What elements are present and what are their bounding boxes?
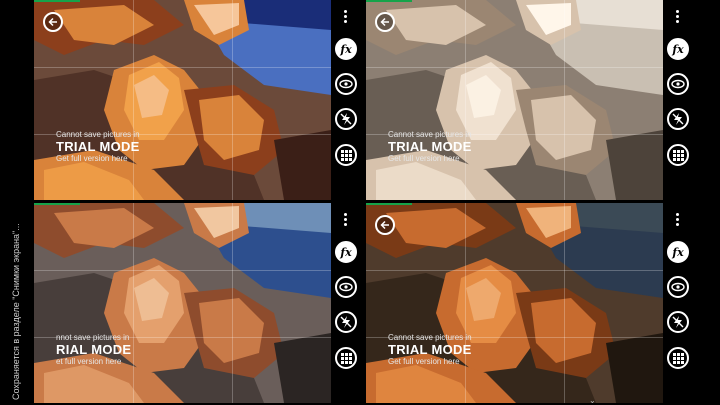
trial-mode-notice[interactable]: Cannot save pictures in TRIAL MODE Get f…	[388, 130, 472, 164]
camera-viewfinder-image	[366, 203, 663, 403]
camera-viewfinder-image	[366, 0, 663, 200]
get-full-version-link[interactable]: Get full version here	[56, 154, 140, 164]
progress-bar	[34, 0, 80, 2]
get-full-version-link[interactable]: Get full version here	[388, 154, 472, 164]
trial-mode-notice[interactable]: Cannot save pictures in TRIAL MODE Get f…	[388, 333, 472, 367]
flash-off-icon[interactable]	[667, 311, 689, 333]
camera-toolbar: fx	[663, 203, 696, 403]
fx-icon[interactable]: fx	[335, 241, 357, 263]
fx-icon[interactable]: fx	[667, 38, 689, 60]
get-full-version-link[interactable]: Get full version here	[388, 357, 472, 367]
composition-grid-line	[465, 203, 466, 403]
flash-off-icon[interactable]	[335, 108, 357, 130]
grid-icon[interactable]	[335, 347, 357, 369]
composition-grid-line	[232, 203, 233, 403]
menu-dots-icon[interactable]	[676, 10, 679, 25]
camera-toolbar: fx	[663, 0, 696, 200]
composition-grid-line	[465, 0, 466, 200]
camera-viewfinder-image	[34, 203, 331, 403]
composition-grid-line	[564, 203, 565, 403]
photo-panel-top-left: Cannot save pictures in TRIAL MODE Get f…	[34, 0, 364, 200]
menu-dots-icon[interactable]	[344, 213, 347, 228]
trial-mode-notice[interactable]: nnot save pictures in RIAL MODE et full …	[56, 333, 131, 367]
composition-grid-line	[366, 67, 696, 68]
composition-grid-line	[34, 270, 364, 271]
flash-off-icon[interactable]	[667, 108, 689, 130]
photo-panel-bottom-right: Cannot save pictures in TRIAL MODE Get f…	[366, 203, 696, 403]
screenshot-saved-caption: Сохраняется в разделе "Снимки экрана"...	[11, 223, 21, 400]
camera-viewfinder-image	[34, 0, 331, 200]
grid-icon[interactable]	[667, 144, 689, 166]
eye-icon[interactable]	[335, 73, 357, 95]
trial-line-2: TRIAL MODE	[388, 342, 472, 357]
menu-dots-icon[interactable]	[344, 10, 347, 25]
fx-icon[interactable]: fx	[335, 38, 357, 60]
grid-icon[interactable]	[667, 347, 689, 369]
chevron-down-icon[interactable]: ⌄	[589, 396, 596, 405]
back-arrow-icon[interactable]	[375, 12, 395, 32]
menu-dots-icon[interactable]	[676, 213, 679, 228]
composition-grid-line	[133, 203, 134, 403]
camera-toolbar: fx	[331, 203, 364, 403]
progress-bar	[34, 203, 80, 205]
composition-grid-line	[564, 0, 565, 200]
composition-grid-line	[133, 0, 134, 200]
trial-mode-notice[interactable]: Cannot save pictures in TRIAL MODE Get f…	[56, 130, 140, 164]
back-arrow-icon[interactable]	[375, 215, 395, 235]
trial-line-2: TRIAL MODE	[388, 139, 472, 154]
photo-panel-top-right: Cannot save pictures in TRIAL MODE Get f…	[366, 0, 696, 200]
eye-icon[interactable]	[667, 73, 689, 95]
eye-icon[interactable]	[335, 276, 357, 298]
eye-icon[interactable]	[667, 276, 689, 298]
progress-bar	[366, 203, 412, 205]
back-arrow-icon[interactable]	[43, 12, 63, 32]
composition-grid-line	[232, 0, 233, 200]
camera-toolbar: fx	[331, 0, 364, 200]
photo-panel-bottom-left: nnot save pictures in RIAL MODE et full …	[34, 203, 364, 403]
composition-grid-line	[34, 67, 364, 68]
composition-grid-line	[366, 270, 696, 271]
get-full-version-link[interactable]: et full version here	[56, 357, 131, 367]
trial-line-2: RIAL MODE	[56, 342, 132, 357]
grid-icon[interactable]	[335, 144, 357, 166]
trial-line-2: TRIAL MODE	[56, 139, 140, 154]
progress-bar	[366, 0, 412, 2]
flash-off-icon[interactable]	[335, 311, 357, 333]
left-caption-strip: Сохраняется в разделе "Снимки экрана"...	[0, 0, 34, 405]
fx-icon[interactable]: fx	[667, 241, 689, 263]
